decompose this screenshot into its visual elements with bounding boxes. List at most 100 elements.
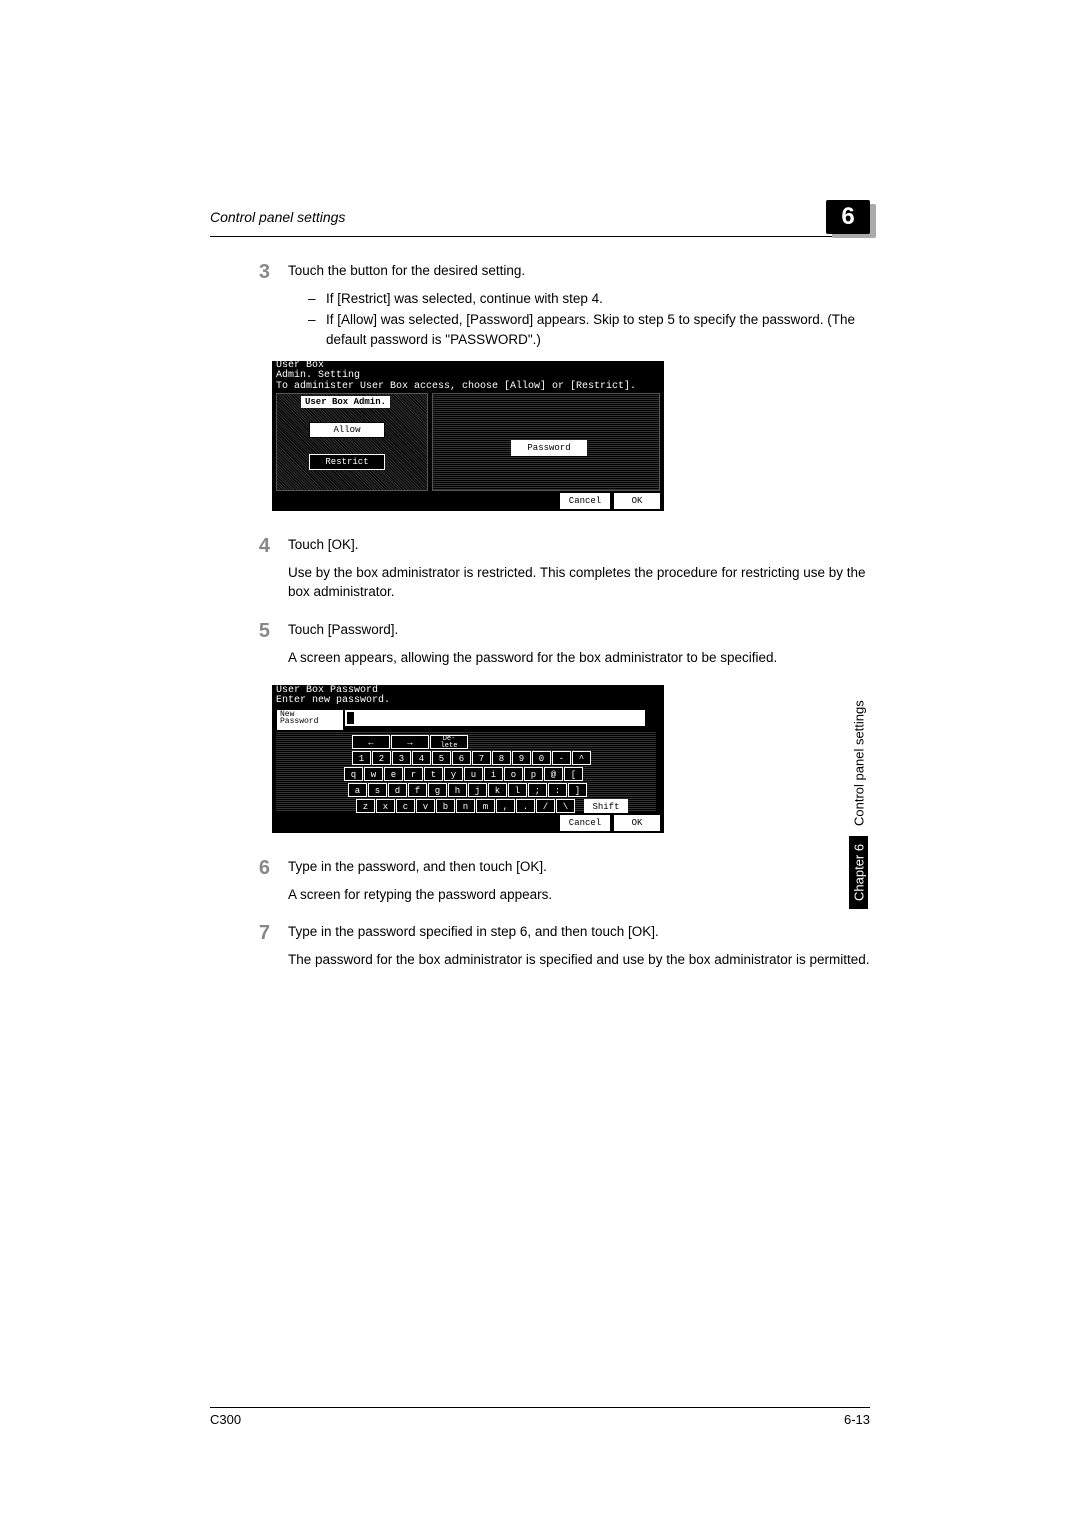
key-h[interactable]: h xyxy=(448,783,467,797)
key-d[interactable]: d xyxy=(388,783,407,797)
cursor-icon xyxy=(347,712,354,724)
page-header: Control panel settings 6 xyxy=(210,200,870,237)
key-9[interactable]: 9 xyxy=(512,751,531,765)
key-8[interactable]: 8 xyxy=(492,751,511,765)
allow-button[interactable]: Allow xyxy=(309,422,385,438)
step-text: Touch [OK]. xyxy=(288,535,870,555)
key-v[interactable]: v xyxy=(416,799,435,813)
bullet-text: If [Allow] was selected, [Password] appe… xyxy=(326,310,870,349)
cancel-button[interactable]: Cancel xyxy=(560,493,610,509)
ss1-left-header: User Box Admin. xyxy=(301,396,390,408)
ok-button[interactable]: OK xyxy=(614,493,660,509)
key-o[interactable]: o xyxy=(504,767,523,781)
key-6[interactable]: 6 xyxy=(452,751,471,765)
key-\[interactable]: \ xyxy=(556,799,575,813)
key-:[interactable]: : xyxy=(548,783,567,797)
screenshot-user-box-admin: User Box Admin. Setting To administer Us… xyxy=(272,361,664,511)
key-i[interactable]: i xyxy=(484,767,503,781)
key-p[interactable]: p xyxy=(524,767,543,781)
step-number: 4 xyxy=(210,535,288,610)
key-5[interactable]: 5 xyxy=(432,751,451,765)
key-][interactable]: ] xyxy=(568,783,587,797)
key-k[interactable]: k xyxy=(488,783,507,797)
key-s[interactable]: s xyxy=(368,783,387,797)
bullet-dash: – xyxy=(308,289,326,309)
key-a[interactable]: a xyxy=(348,783,367,797)
key-r[interactable]: r xyxy=(404,767,423,781)
password-button[interactable]: Password xyxy=(511,440,587,456)
key-^[interactable]: ^ xyxy=(572,751,591,765)
page: Control panel settings 6 3 Touch the but… xyxy=(0,0,1080,1527)
key-.[interactable]: . xyxy=(516,799,535,813)
cancel-button[interactable]: Cancel xyxy=(560,815,610,831)
step-text: Touch the button for the desired setting… xyxy=(288,261,870,281)
key-m[interactable]: m xyxy=(476,799,495,813)
ok-button[interactable]: OK xyxy=(614,815,660,831)
step-text: The password for the box administrator i… xyxy=(288,950,870,970)
key-shift[interactable]: Shift xyxy=(584,799,628,813)
ss1-right-pane: Password xyxy=(432,393,660,491)
key-c[interactable]: c xyxy=(396,799,415,813)
step-text: A screen appears, allowing the password … xyxy=(288,648,870,668)
step-4: 4 Touch [OK]. Use by the box administrat… xyxy=(210,535,870,610)
key-back[interactable]: ← xyxy=(352,735,390,749)
step-body: Touch [OK]. Use by the box administrator… xyxy=(288,535,870,610)
step-number: 5 xyxy=(210,620,288,675)
step-text: Type in the password specified in step 6… xyxy=(288,922,870,942)
key-e[interactable]: e xyxy=(384,767,403,781)
key-z[interactable]: z xyxy=(356,799,375,813)
footer-left: C300 xyxy=(210,1412,241,1427)
key-1[interactable]: 1 xyxy=(352,751,371,765)
step-text: Use by the box administrator is restrict… xyxy=(288,563,870,602)
page-header-title: Control panel settings xyxy=(210,209,345,225)
key-2[interactable]: 2 xyxy=(372,751,391,765)
key-u[interactable]: u xyxy=(464,767,483,781)
key-;[interactable]: ; xyxy=(528,783,547,797)
key-delete[interactable]: De- lete xyxy=(430,735,468,749)
key-/[interactable]: / xyxy=(536,799,555,813)
step-body: Type in the password specified in step 6… xyxy=(288,922,870,977)
step-body: Type in the password, and then touch [OK… xyxy=(288,857,870,912)
step-number: 7 xyxy=(210,922,288,977)
ss2-subtitle: Enter new password. xyxy=(276,695,390,706)
key-4[interactable]: 4 xyxy=(412,751,431,765)
key-3[interactable]: 3 xyxy=(392,751,411,765)
key-b[interactable]: b xyxy=(436,799,455,813)
side-tab: Chapter 6 Control panel settings xyxy=(848,696,870,936)
key-0[interactable]: 0 xyxy=(532,751,551,765)
key-n[interactable]: n xyxy=(456,799,475,813)
key-7[interactable]: 7 xyxy=(472,751,491,765)
screenshot-password-keyboard: User Box Password Enter new password. Ne… xyxy=(272,685,664,833)
step-body: Touch [Password]. A screen appears, allo… xyxy=(288,620,870,675)
key-forward[interactable]: → xyxy=(391,735,429,749)
restrict-button[interactable]: Restrict xyxy=(309,454,385,470)
keyboard-row-a: asdfghjkl;:] xyxy=(348,783,587,797)
footer-right: 6-13 xyxy=(844,1412,870,1427)
key-@[interactable]: @ xyxy=(544,767,563,781)
key-g[interactable]: g xyxy=(428,783,447,797)
key-t[interactable]: t xyxy=(424,767,443,781)
key--[interactable]: - xyxy=(552,751,571,765)
side-tab-label: Control panel settings xyxy=(850,696,869,830)
key-y[interactable]: y xyxy=(444,767,463,781)
key-l[interactable]: l xyxy=(508,783,527,797)
key-q[interactable]: q xyxy=(344,767,363,781)
sub-list: –If [Restrict] was selected, continue wi… xyxy=(288,289,870,350)
ss1-subtitle: To administer User Box access, choose [A… xyxy=(276,381,636,392)
side-tab-chapter: Chapter 6 xyxy=(850,836,869,909)
key-x[interactable]: x xyxy=(376,799,395,813)
key-w[interactable]: w xyxy=(364,767,383,781)
key-,[interactable]: , xyxy=(496,799,515,813)
password-field-label: NewPassword xyxy=(276,709,344,731)
step-number: 3 xyxy=(210,261,288,351)
step-3: 3 Touch the button for the desired setti… xyxy=(210,261,870,351)
keyboard-row-q: qwertyuiop@[ xyxy=(344,767,583,781)
step-6: 6 Type in the password, and then touch [… xyxy=(210,857,870,912)
step-body: Touch the button for the desired setting… xyxy=(288,261,870,351)
page-footer: C300 6-13 xyxy=(210,1407,870,1427)
key-[[interactable]: [ xyxy=(564,767,583,781)
password-input[interactable] xyxy=(344,709,646,727)
key-j[interactable]: j xyxy=(468,783,487,797)
ss1-left-pane: User Box Admin. Allow Restrict xyxy=(276,393,428,491)
key-f[interactable]: f xyxy=(408,783,427,797)
